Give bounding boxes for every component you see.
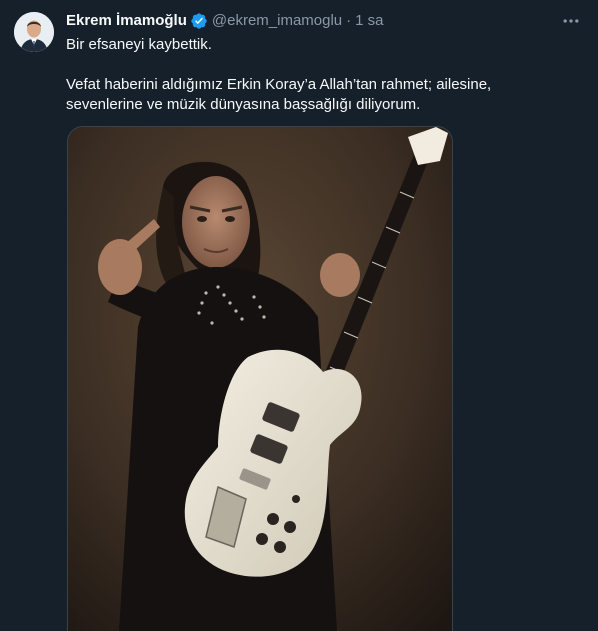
tweet: Ekrem İmamoğlu @ekrem_imamoglu · 1 sa Bi… [0,0,598,631]
verified-badge-icon [190,12,208,30]
tweet-text: Bir efsaneyi kaybettik. Vefat haberini a… [66,35,566,115]
avatar-photo [14,12,54,52]
tweet-text-line: Bir efsaneyi kaybettik. [66,36,212,53]
guitarist-photo [68,127,452,631]
author-display-name[interactable]: Ekrem İmamoğlu [66,11,187,31]
header-separator: · [346,12,352,29]
more-options-icon[interactable] [558,8,584,34]
author-avatar[interactable] [14,12,54,52]
tweet-timestamp[interactable]: 1 sa [355,11,383,31]
tweet-text-line: sevenlerine ve müzik dünyasına başsağlığ… [66,96,421,113]
author-handle[interactable]: @ekrem_imamoglu [212,11,342,31]
tweet-header: Ekrem İmamoğlu @ekrem_imamoglu · 1 sa [66,11,384,31]
tweet-media-image[interactable] [67,126,453,631]
tweet-text-line: Vefat haberini aldığımız Erkin Koray’a A… [66,76,492,93]
